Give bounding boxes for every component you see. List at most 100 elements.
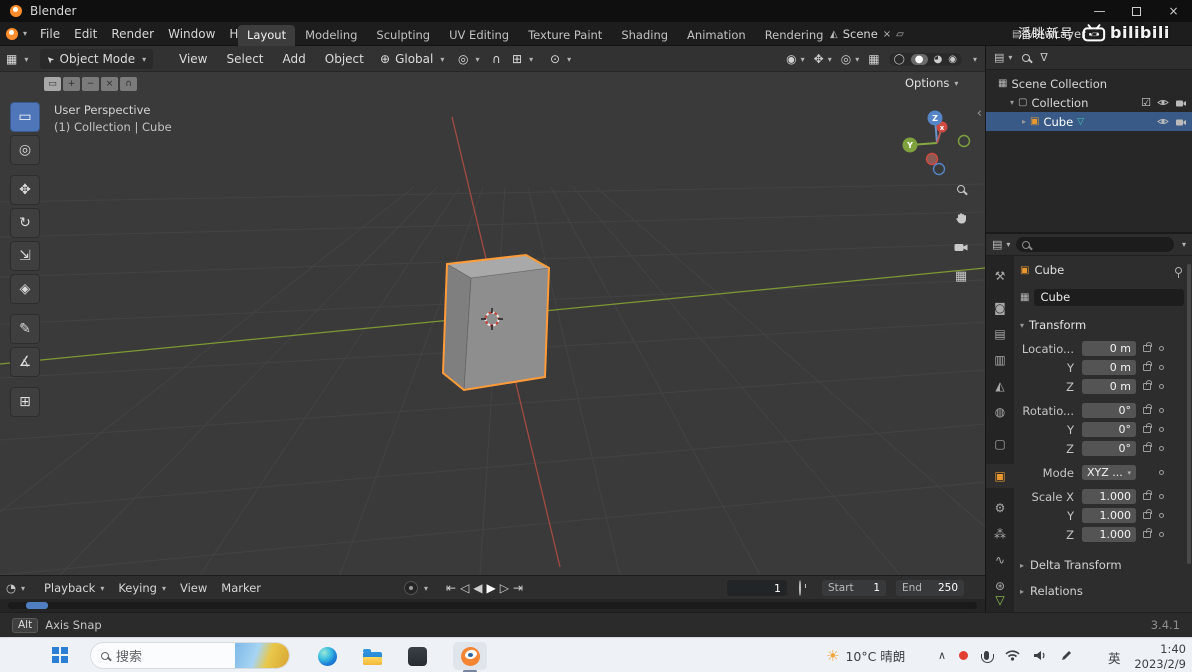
outliner-row-cube[interactable]: ▸ ▣ Cube ▽ <box>986 112 1192 131</box>
current-frame-field[interactable]: 1 <box>727 580 787 596</box>
lock-icon[interactable] <box>1143 380 1152 390</box>
keyframe-dot-icon[interactable] <box>1159 346 1164 351</box>
keyframe-dot-icon[interactable] <box>1159 470 1164 475</box>
new-scene-icon[interactable]: ▱ <box>896 29 904 40</box>
menu-object[interactable]: Object <box>318 52 371 66</box>
outliner-editor-button[interactable]: ▤ ▾ <box>994 51 1012 64</box>
app-menu-button[interactable]: ▾ <box>0 22 33 45</box>
app-icon[interactable] <box>408 646 427 666</box>
snap-target-dropdown[interactable]: ⊞ ▾ <box>512 46 533 72</box>
tab-texture-paint[interactable]: Texture Paint <box>519 25 611 46</box>
tab-uv-editing[interactable]: UV Editing <box>440 25 518 46</box>
tab-shading[interactable]: Shading <box>612 25 677 46</box>
location-y-field[interactable]: 0 m <box>1082 360 1136 375</box>
menu-select[interactable]: Select <box>219 52 270 66</box>
tool-move[interactable]: ✥ <box>10 175 40 205</box>
disclosure-icon[interactable]: ▸ <box>1022 117 1026 126</box>
lock-icon[interactable] <box>1143 528 1152 538</box>
lock-icon[interactable] <box>1143 342 1152 352</box>
tab-tool-props[interactable]: ⚒ <box>986 264 1014 288</box>
taskbar-search-input[interactable]: 搜索 <box>90 642 290 669</box>
weather-widget[interactable]: ☀ 10°C 晴朗 <box>826 646 905 665</box>
wifi-icon[interactable] <box>1005 650 1020 661</box>
transform-orientation-dropdown[interactable]: ⊕ Global ▾ <box>380 46 444 72</box>
select-mode-intersect[interactable]: ∩ <box>120 77 137 91</box>
menu-view-timeline[interactable]: View <box>180 581 207 595</box>
play-button[interactable]: ▶ <box>487 581 496 595</box>
lock-icon[interactable] <box>1143 404 1152 414</box>
scene-selector[interactable]: ◭ Scene × ▱ <box>830 22 904 46</box>
xray-toggle[interactable]: ▦ <box>868 52 879 66</box>
menu-edit[interactable]: Edit <box>67 22 104 45</box>
tray-recording-icon[interactable] <box>959 651 969 660</box>
outliner-row-collection[interactable]: ▾ ▢ Collection ☑ <box>986 93 1192 112</box>
speaker-icon[interactable] <box>1033 650 1047 661</box>
keyframe-dot-icon[interactable] <box>1159 408 1164 413</box>
ortho-grid-icon[interactable]: ▦ <box>950 265 972 287</box>
minimize-button[interactable]: — <box>1081 0 1118 22</box>
taskbar-clock[interactable]: 1:40 2023/2/9 <box>1128 642 1186 672</box>
properties-options-icon[interactable]: ▾ <box>1182 240 1186 249</box>
blender-taskbar-button[interactable] <box>453 642 487 672</box>
3d-viewport[interactable]: Z Y x ▭ + − × ∩ Options ▾ User Perspecti… <box>0 72 985 575</box>
close-button[interactable]: × <box>1155 0 1192 22</box>
object-visibility-dropdown[interactable]: ◉ ▾ <box>786 52 805 66</box>
rotation-x-field[interactable]: 0° <box>1082 403 1136 418</box>
keyframe-dot-icon[interactable] <box>1159 384 1164 389</box>
navigation-gizmo[interactable]: Z Y x <box>902 110 971 176</box>
filter-icon[interactable]: ∇ <box>1040 51 1047 64</box>
lock-icon[interactable] <box>1143 423 1152 433</box>
start-button[interactable] <box>52 647 68 663</box>
transform-section-header[interactable]: ▾ Transform <box>1020 316 1188 334</box>
relations-section[interactable]: ▸ Relations <box>1020 581 1188 601</box>
tab-modifier-props[interactable]: ⚙ <box>986 496 1014 520</box>
tab-sculpting[interactable]: Sculpting <box>367 25 439 46</box>
select-mode-subtract[interactable]: − <box>82 77 99 91</box>
zoom-icon[interactable] <box>950 178 972 200</box>
tab-rendering[interactable]: Rendering <box>756 25 830 46</box>
tool-annotate[interactable]: ✎ <box>10 314 40 344</box>
rotation-z-field[interactable]: 0° <box>1082 441 1136 456</box>
shading-dropdown[interactable]: ▾ <box>973 55 977 64</box>
keyframe-dot-icon[interactable] <box>1159 446 1164 451</box>
outliner-row-scene-collection[interactable]: ▦ Scene Collection <box>986 74 1192 93</box>
select-mode-extend[interactable]: + <box>63 77 80 91</box>
lock-icon[interactable] <box>1143 509 1152 519</box>
camera-icon[interactable] <box>1175 98 1187 107</box>
play-reverse-button[interactable]: ◀ <box>473 581 482 595</box>
tab-viewlayer-props[interactable]: ▥ <box>986 348 1014 372</box>
menu-keying[interactable]: Keying ▾ <box>118 581 166 595</box>
eye-icon[interactable] <box>1157 98 1169 107</box>
menu-view[interactable]: View <box>172 52 214 66</box>
pivot-point-dropdown[interactable]: ◎ ▾ <box>458 46 480 72</box>
tab-collection-props[interactable]: ▢ <box>986 432 1014 456</box>
camera-icon[interactable] <box>1175 117 1187 126</box>
keyframe-dot-icon[interactable] <box>1159 427 1164 432</box>
scale-x-field[interactable]: 1.000 <box>1082 489 1136 504</box>
record-button[interactable] <box>404 581 418 595</box>
tab-modeling[interactable]: Modeling <box>296 25 366 46</box>
unlink-icon[interactable]: × <box>883 29 891 40</box>
overlays-dropdown[interactable]: ◎ ▾ <box>841 52 860 66</box>
preview-range-clock-icon[interactable] <box>799 580 801 596</box>
timeline-scrollbar[interactable] <box>8 602 977 609</box>
tab-world-props[interactable]: ◍ <box>986 400 1014 424</box>
options-button[interactable]: Options ▾ <box>905 76 958 90</box>
menu-window[interactable]: Window <box>161 22 222 45</box>
keyframe-dot-icon[interactable] <box>1159 365 1164 370</box>
location-x-field[interactable]: 0 m <box>1082 341 1136 356</box>
lock-icon[interactable] <box>1143 490 1152 500</box>
tab-particle-props[interactable]: ⁂ <box>986 522 1014 546</box>
search-highlight-image[interactable] <box>235 643 289 668</box>
menu-playback[interactable]: Playback ▾ <box>44 581 104 595</box>
keyframe-dot-icon[interactable] <box>1159 532 1164 537</box>
object-name-field[interactable]: Cube <box>1034 288 1184 306</box>
menu-add[interactable]: Add <box>276 52 313 66</box>
microphone-icon[interactable] <box>981 651 995 663</box>
shading-solid-button[interactable]: ● <box>910 53 928 65</box>
scale-y-field[interactable]: 1.000 <box>1082 508 1136 523</box>
tool-select-box[interactable]: ▭ <box>10 102 40 132</box>
next-keyframe-button[interactable]: ▷ <box>500 581 509 595</box>
menu-render[interactable]: Render <box>104 22 161 45</box>
properties-search-input[interactable] <box>1016 237 1174 252</box>
